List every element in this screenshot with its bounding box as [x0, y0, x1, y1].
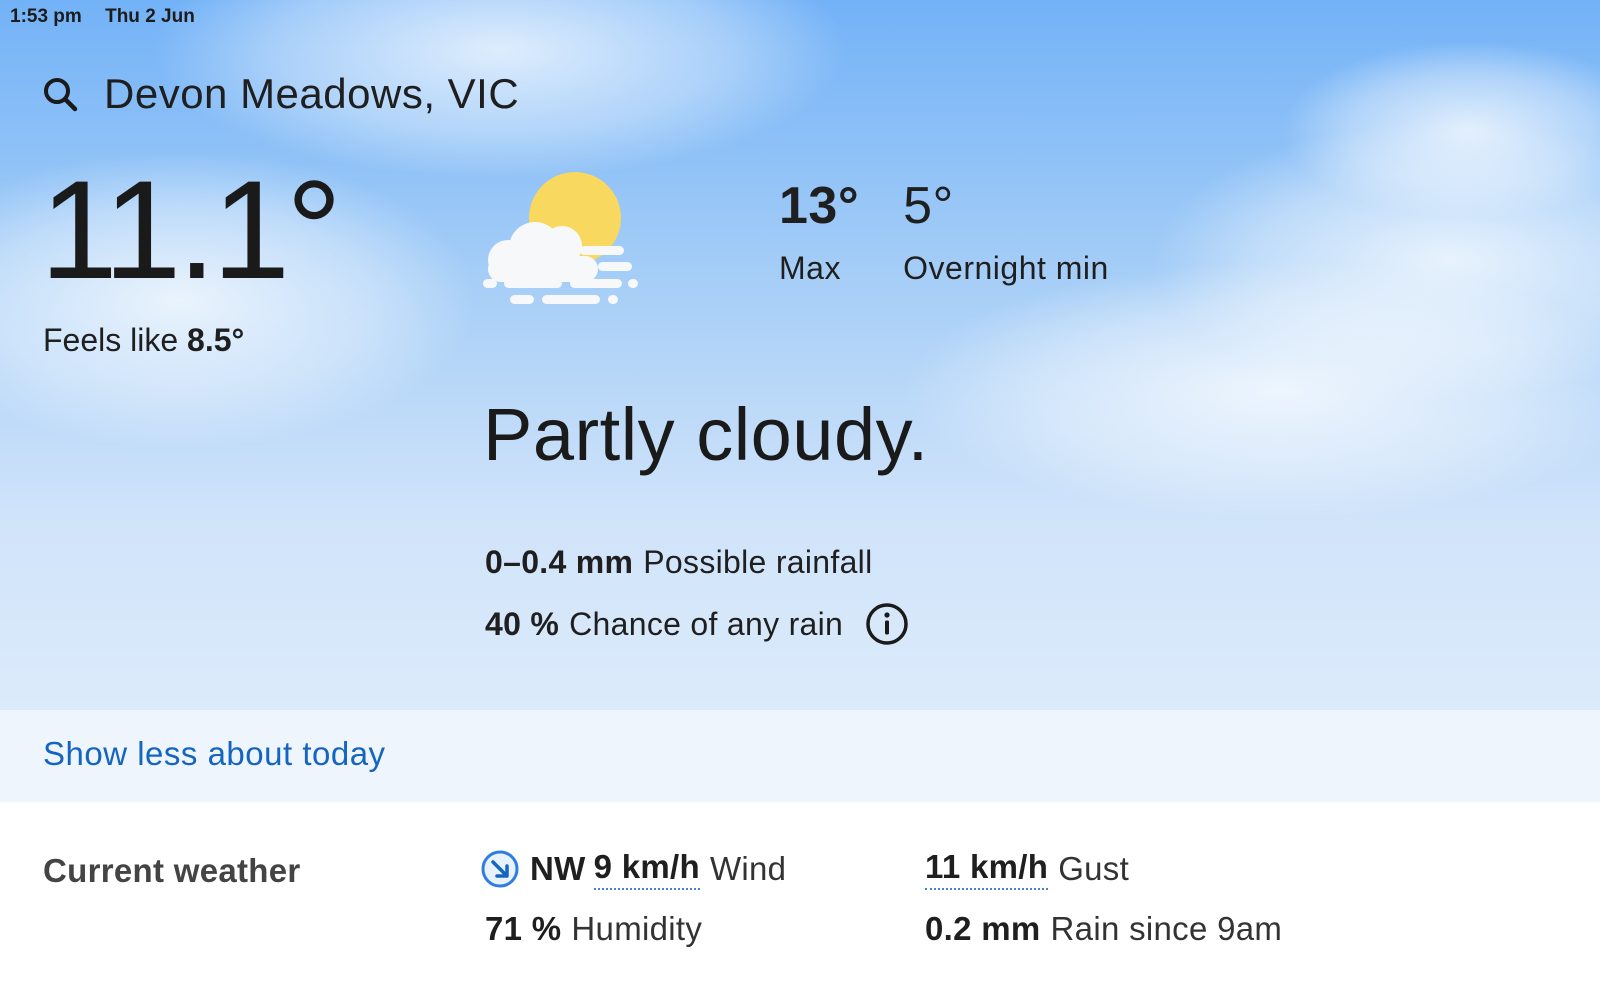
wind-item: NW 9 km/h Wind [480, 848, 786, 890]
rainfall-value: 0–0.4 mm [485, 544, 634, 580]
show-less-link[interactable]: Show less about today [43, 735, 386, 773]
max-temp-label: Max [779, 250, 841, 286]
rain-since-value: 0.2 mm [925, 910, 1041, 947]
humidity-value: 71 % [485, 910, 562, 947]
gust-item: 11 km/h Gust [925, 848, 1129, 890]
wind-speed[interactable]: 9 km/h [593, 848, 700, 890]
partly-cloudy-fog-icon [483, 172, 638, 304]
min-temp-label: Overnight min [903, 250, 1109, 286]
min-temp-block: 5° Overnight min [903, 180, 1109, 287]
forecast-summary: Partly cloudy. [483, 393, 929, 476]
max-min-temps: 13° Max 5° Overnight min [779, 180, 1109, 287]
location-name[interactable]: Devon Meadows, VIC [104, 70, 519, 118]
feels-like: Feels like 8.5° [43, 322, 244, 359]
humidity-label: Humidity [571, 910, 703, 947]
wind-direction: NW [530, 850, 586, 887]
status-time: 1:53 pm [10, 6, 82, 27]
rain-chance: 40 % Chance of any rain [485, 602, 909, 646]
status-date: Thu 2 Jun [105, 6, 195, 27]
current-temperature: 11.1° [40, 151, 342, 308]
humidity-item: 71 % Humidity [485, 910, 702, 948]
wind-label: Wind [709, 850, 787, 887]
min-temp-value: 5° [903, 177, 954, 235]
rain-since-item: 0.2 mm Rain since 9am [925, 910, 1282, 948]
status-bar: 1:53 pm Thu 2 Jun [10, 6, 213, 28]
rain-chance-value: 40 % [485, 605, 560, 642]
possible-rainfall: 0–0.4 mm Possible rainfall [485, 544, 873, 581]
search-icon[interactable] [40, 74, 80, 114]
max-temp-value: 13° [779, 177, 860, 235]
rain-since-label: Rain since 9am [1050, 910, 1283, 947]
gust-label: Gust [1058, 850, 1130, 887]
rain-chance-label: Chance of any rain [569, 605, 844, 642]
rainfall-label: Possible rainfall [643, 544, 873, 580]
feels-like-label: Feels like [43, 322, 179, 358]
wind-direction-arrow-icon [481, 850, 519, 888]
current-weather-heading: Current weather [43, 852, 301, 889]
info-icon[interactable] [865, 602, 909, 646]
feels-like-value: 8.5° [187, 322, 245, 358]
location-search[interactable]: Devon Meadows, VIC [40, 70, 519, 118]
max-temp-block: 13° Max [779, 180, 859, 287]
gust-value[interactable]: 11 km/h [925, 848, 1049, 890]
